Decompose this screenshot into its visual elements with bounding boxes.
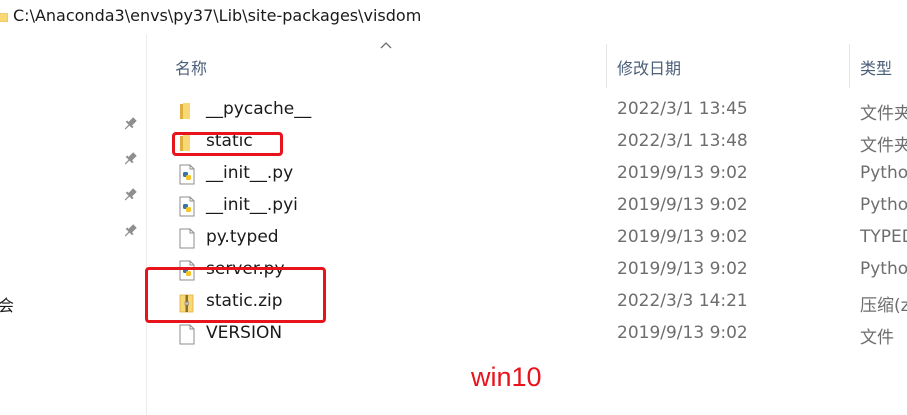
file-date: 2022/3/1 13:45: [617, 99, 748, 119]
folder-icon: [0, 12, 8, 22]
file-type: 文件夹: [860, 136, 907, 156]
annotation-label: win10: [471, 362, 542, 392]
file-type: 文件: [860, 328, 894, 348]
column-separator[interactable]: [849, 44, 850, 88]
python-file-icon: [179, 164, 195, 185]
pin-icon[interactable]: [122, 151, 138, 167]
file-name: py.typed: [206, 227, 279, 247]
blank-file-icon: [179, 324, 195, 345]
pin-icon[interactable]: [122, 223, 138, 239]
python-file-icon: [179, 196, 195, 217]
file-name: __init__.py: [206, 163, 294, 183]
file-date: 2019/9/13 9:02: [617, 259, 748, 279]
file-date: 2022/3/3 14:21: [617, 291, 748, 311]
blank-file-icon: [179, 228, 195, 249]
window-path: C:\Anaconda3\envs\py37\Lib\site-packages…: [13, 6, 422, 25]
file-type: Python: [860, 163, 907, 183]
pin-icon[interactable]: [122, 187, 138, 203]
file-row[interactable]: __pycache__ 2022/3/1 13:45 文件夹: [147, 94, 907, 126]
folder-icon: [180, 103, 190, 119]
file-row[interactable]: py.typed 2019/9/13 9:02 TYPED: [147, 222, 907, 254]
highlight-box-static-zip: [145, 267, 326, 323]
nav-item-partial-label[interactable]: 会: [0, 292, 14, 316]
file-name: __pycache__: [206, 99, 312, 119]
column-separator[interactable]: [606, 44, 607, 88]
file-row[interactable]: __init__.pyi 2019/9/13 9:02 Python: [147, 190, 907, 222]
column-header-name[interactable]: 名称: [175, 55, 207, 79]
pin-icon[interactable]: [122, 116, 138, 132]
column-header-row: 名称 修改日期 类型: [147, 44, 907, 88]
highlight-box-static-folder: [172, 132, 283, 156]
file-date: 2019/9/13 9:02: [617, 195, 748, 215]
file-type: 压缩(zip: [860, 296, 907, 316]
file-date: 2022/3/1 13:48: [617, 131, 748, 151]
navigation-pane[interactable]: 会: [0, 34, 146, 415]
file-type: Python: [860, 259, 907, 279]
file-row[interactable]: __init__.py 2019/9/13 9:02 Python: [147, 158, 907, 190]
file-type: TYPED: [860, 227, 907, 247]
file-name: VERSION: [206, 323, 283, 343]
file-date: 2019/9/13 9:02: [617, 163, 748, 183]
file-type: 文件夹: [860, 104, 907, 124]
column-header-type[interactable]: 类型: [860, 55, 892, 79]
file-name: __init__.pyi: [206, 195, 298, 215]
title-bar: C:\Anaconda3\envs\py37\Lib\site-packages…: [0, 0, 907, 34]
column-header-date-modified[interactable]: 修改日期: [617, 55, 681, 79]
file-type: Python: [860, 195, 907, 215]
file-date: 2019/9/13 9:02: [617, 227, 748, 247]
file-date: 2019/9/13 9:02: [617, 323, 748, 343]
